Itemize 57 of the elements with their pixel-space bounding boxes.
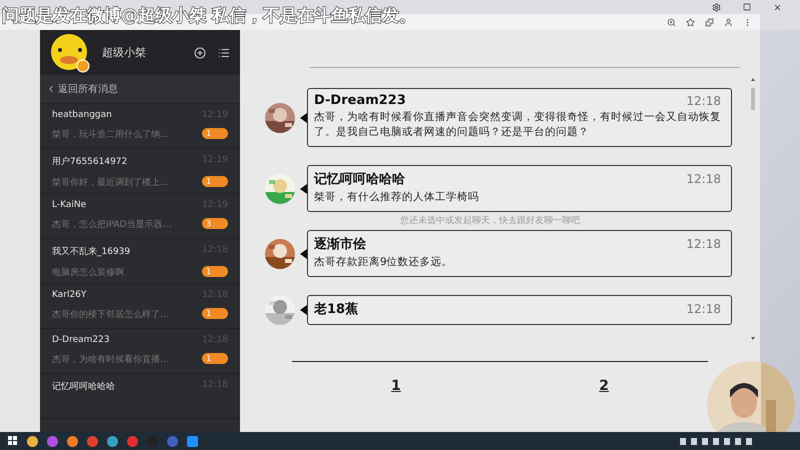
empty-hint: 您还未选中或发起聊天，快去跟好友聊一聊吧 <box>400 215 580 227</box>
conversation-preview: 桀哥你好，最近调到了楼上… <box>52 176 170 189</box>
add-icon[interactable] <box>194 46 206 58</box>
page-link[interactable]: 2 <box>595 378 613 394</box>
unread-badge: 1 <box>202 353 228 364</box>
message-text: 桀哥，有什么推荐的人体工学椅吗 <box>314 190 480 205</box>
message-time: 12:18 <box>686 237 721 251</box>
message-time: 12:18 <box>686 302 721 316</box>
unread-badge: 1 <box>202 308 228 319</box>
unread-badge: 1 <box>202 266 228 277</box>
conversation-preview: 电脑房怎么装修啊 <box>52 266 125 279</box>
puzzle-icon[interactable] <box>705 18 714 26</box>
unread-badge: 3 <box>202 218 228 229</box>
unread-badge: 1 <box>202 128 228 139</box>
message-time: 12:18 <box>686 94 721 108</box>
conversation-name: L-KaiNe <box>52 200 88 210</box>
message-time: 12:18 <box>686 172 721 186</box>
conversation-name: 用户7655614972 <box>52 156 128 168</box>
message-card[interactable]: 记忆呵呵哈哈哈 12:18 桀哥，有什么推荐的人体工学椅吗 <box>307 165 732 212</box>
message-card[interactable]: 逐渐市侩 12:18 杰哥存款距离9位数还多远。 <box>307 230 732 277</box>
back-link[interactable]: 返回所有消息 <box>46 82 118 96</box>
windows-icon[interactable] <box>8 436 18 446</box>
page-link[interactable]: 1 <box>387 378 405 394</box>
maximize-icon[interactable] <box>743 3 751 11</box>
app-icon[interactable] <box>87 436 98 446</box>
sender-name: 记忆呵呵哈哈哈 <box>314 171 405 188</box>
message-text: 杰哥存款距离9位数还多远。 <box>314 255 454 270</box>
app-icon[interactable] <box>47 436 58 446</box>
app-icon[interactable] <box>67 436 78 446</box>
unread-badge: 1 <box>202 176 228 187</box>
settings-icon[interactable] <box>712 2 721 12</box>
star-icon[interactable] <box>686 18 695 26</box>
app-icon[interactable] <box>107 436 118 446</box>
sender-name: 逐渐市侩 <box>314 236 366 253</box>
conversation-preview: 桀哥，玩斗造二用什么了纳… <box>52 128 170 141</box>
duck-avatar-icon <box>50 32 90 72</box>
close-icon[interactable] <box>773 2 782 12</box>
sender-name: 老18蕉 <box>314 301 358 318</box>
caption-text: 问题是发在微博@超级小桀 私信，不是在斗鱼私信发。 <box>2 4 416 27</box>
app-icon[interactable] <box>27 436 38 446</box>
conversation-preview: 杰哥，怎么把IPAD当显示器… <box>52 218 173 231</box>
conversation-name: D-Dream223 <box>52 335 111 345</box>
profile-name: 超级小桀 <box>102 45 147 60</box>
conversation-name: 我又不乱来_16939 <box>52 246 132 258</box>
zoom-icon[interactable] <box>667 18 676 26</box>
message-card[interactable]: 老18蕉 12:18 <box>307 295 732 325</box>
app-icon[interactable] <box>127 436 138 446</box>
profile-icon[interactable] <box>724 18 733 26</box>
conversation-name: heatbanggan <box>52 110 113 120</box>
conversation-preview: 杰哥，为啥有时候看你直播… <box>52 354 170 366</box>
message-card[interactable]: D-Dream223 12:18 杰哥，为啥有时候看你直播声音会突然变调，变得很奇怪，有时候过一会又自动恢复了。是我自己电脑或者网速的问题吗？还是平台的问题？ <box>307 88 732 147</box>
conversation-name: Karl26Y <box>52 290 88 300</box>
sender-name: D-Dream223 <box>314 93 406 108</box>
conversation-name: 记忆呵呵哈哈哈 <box>52 380 116 393</box>
app-icon[interactable] <box>187 436 198 446</box>
message-text: 杰哥，为啥有时候看你直播声音会突然变调，变得很奇怪，有时候过一会又自动恢复了。是我自己电脑或者网速的问题吗？还是平台的问题？ <box>314 110 721 140</box>
conversation-preview: 杰哥你的楼下邻居怎么样了… <box>52 308 170 321</box>
